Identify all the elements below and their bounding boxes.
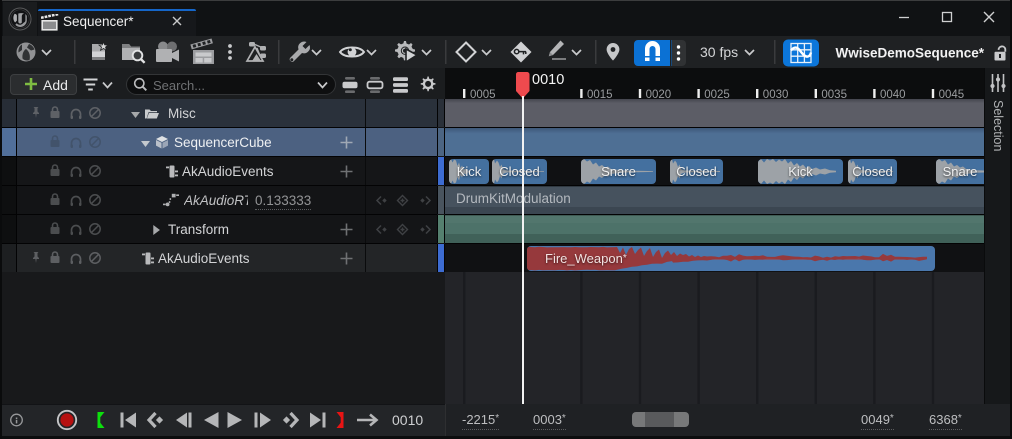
svg-text:0040: 0040 [880, 89, 906, 99]
svg-text:0045: 0045 [939, 89, 965, 99]
svg-text:WwiseDemoSequence*: WwiseDemoSequence* [835, 46, 984, 61]
svg-text:0025: 0025 [704, 89, 730, 99]
svg-text:0005: 0005 [470, 89, 496, 99]
svg-text:0015: 0015 [587, 89, 613, 99]
svg-text:30 fps: 30 fps [700, 44, 738, 60]
svg-text:0030: 0030 [763, 89, 789, 99]
svg-text:0010: 0010 [532, 72, 564, 88]
svg-text:0010: 0010 [392, 412, 423, 428]
svg-text:0035: 0035 [821, 89, 847, 99]
svg-text:0020: 0020 [646, 89, 672, 99]
